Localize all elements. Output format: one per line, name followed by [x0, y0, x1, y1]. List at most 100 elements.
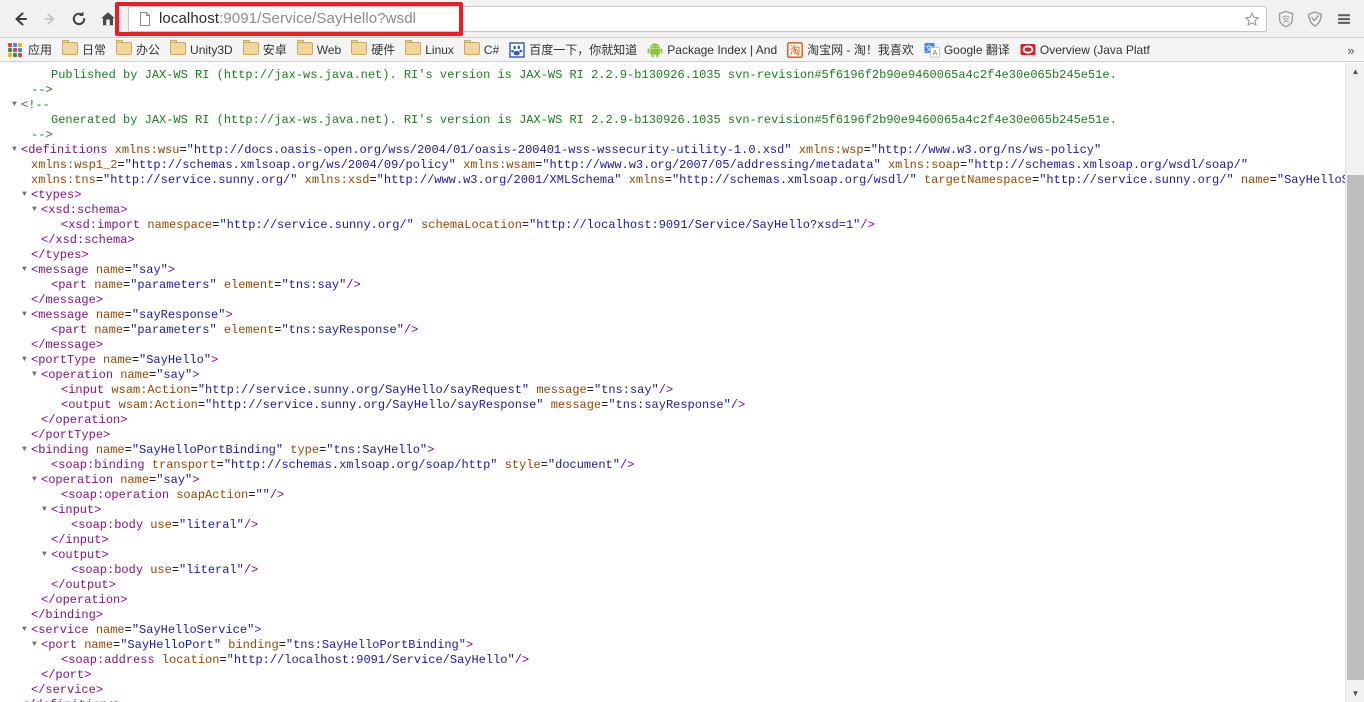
xml-token-eq: =: [369, 173, 377, 187]
back-button[interactable]: [6, 4, 35, 33]
disclosure-triangle-down-icon[interactable]: ▼: [32, 472, 41, 487]
bookmark-folder-bangong[interactable]: 办公: [112, 39, 166, 60]
scrollbar-thumb[interactable]: [1347, 175, 1364, 680]
bookmark-folder-csharp[interactable]: C#: [460, 39, 505, 60]
home-button[interactable]: [93, 4, 122, 33]
xml-token-br: </: [31, 338, 46, 352]
xml-token-br: >: [95, 683, 104, 697]
xml-token-sp: [544, 398, 551, 412]
xml-token-tg: operation: [48, 368, 114, 382]
xml-line: ▼ <message name="say">: [0, 262, 1345, 277]
disclosure-triangle-down-icon[interactable]: ▼: [22, 352, 31, 367]
disclosure-triangle-down-icon[interactable]: ▼: [22, 187, 31, 202]
bookmark-folder-linux[interactable]: Linux: [401, 39, 460, 60]
xml-token-at: name: [120, 473, 150, 487]
bookmark-apps[interactable]: 应用: [4, 40, 58, 60]
page-content: Published by JAX-WS RI (http://jax-ws.ja…: [0, 63, 1364, 702]
extension-shield-icon-button[interactable]: 安: [1271, 4, 1300, 33]
xml-line: ▼ <operation name="say">: [0, 367, 1345, 382]
bookmark-package-index[interactable]: Package Index | And: [643, 40, 783, 60]
xml-token-sp: [145, 458, 152, 472]
xml-token-eq: =: [171, 518, 180, 532]
xml-token-sp: [89, 263, 96, 277]
xml-token-vl: "http://schemas.xmlsoap.org/ws/2004/09/p…: [124, 158, 456, 172]
xml-token-br: >: [120, 413, 128, 427]
google-translate-icon: 文 A: [924, 42, 940, 58]
folder-icon: [351, 39, 368, 58]
bookmark-google-translate[interactable]: 文 A Google 翻译: [920, 40, 1016, 60]
disclosure-triangle-down-icon[interactable]: ▼: [22, 307, 31, 322]
address-bar-container: localhost:9091/Service/SayHello?wsdl: [128, 5, 1267, 32]
bookmark-taobao[interactable]: 淘 淘宝网 - 淘！我喜欢: [783, 40, 920, 60]
shield-icon-button[interactable]: [1300, 4, 1329, 33]
disclosure-triangle-down-icon[interactable]: ▼: [22, 262, 31, 277]
xml-line: ▼ <output>: [0, 547, 1345, 562]
xml-line: <output wsam:Action="http://service.sunn…: [0, 397, 1345, 412]
disclosure-triangle-down-icon[interactable]: ▼: [32, 367, 41, 382]
bookmark-java-overview[interactable]: Overview (Java Platf: [1016, 40, 1156, 60]
xml-token-tg: service: [38, 623, 89, 637]
xml-line: ▼ <portType name="SayHello">: [0, 352, 1345, 367]
xml-line: <soap:binding transport="http://schemas.…: [0, 457, 1345, 472]
xml-token-eq: =: [171, 563, 180, 577]
triangle-up-icon: ▲: [1351, 66, 1360, 76]
xml-token-at: xmlns:wsp: [798, 143, 864, 157]
svg-text:A: A: [932, 50, 937, 57]
xml-token-tg: port: [55, 668, 85, 682]
scrollbar-up-arrow[interactable]: ▲: [1346, 63, 1364, 80]
xml-line: -->: [0, 127, 1345, 142]
reload-button[interactable]: [64, 4, 93, 33]
bookmark-folder-web[interactable]: Web: [293, 39, 347, 60]
bookmark-folder-anzhuo[interactable]: 安卓: [239, 39, 293, 60]
google-translate-logo-icon: 文 A: [924, 42, 940, 57]
scrollbar-down-arrow[interactable]: ▼: [1346, 685, 1364, 702]
xml-token-tg: input: [58, 503, 95, 517]
xml-token-br: >: [120, 593, 128, 607]
xml-token-eq: =: [117, 158, 125, 172]
xml-token-at: xmlns:xsd: [304, 173, 370, 187]
xml-token-at: soapAction: [176, 488, 249, 502]
bookmark-folder-unity3d[interactable]: Unity3D: [166, 39, 239, 60]
extension-shield-icon: 安: [1278, 10, 1293, 27]
disclosure-triangle-down-icon[interactable]: ▼: [22, 622, 31, 637]
star-icon[interactable]: [1244, 11, 1260, 27]
folder-icon: [170, 39, 187, 58]
disclosure-triangle-down-icon[interactable]: ▼: [22, 442, 31, 457]
disclosure-triangle-down-icon[interactable]: ▼: [42, 547, 51, 562]
xml-token-at: xmlns: [628, 173, 665, 187]
address-bar[interactable]: localhost:9091/Service/SayHello?wsdl: [128, 5, 1267, 32]
vertical-scrollbar[interactable]: ▲ ▼: [1345, 63, 1364, 702]
bookmark-label: C#: [483, 42, 500, 57]
xml-token-tg: message: [38, 263, 89, 277]
xml-token-tg: xsd:schema: [55, 233, 128, 247]
xml-token-tg: definitions: [35, 698, 114, 702]
xml-line: <part name="parameters" element="tns:say…: [0, 277, 1345, 292]
xml-token-tg: message: [38, 308, 89, 322]
bookmark-folder-richang[interactable]: 日常: [58, 39, 112, 60]
disclosure-triangle-down-icon[interactable]: ▼: [32, 637, 41, 652]
xml-line: ▼ <operation name="say">: [0, 472, 1345, 487]
xml-line: </portType>: [0, 427, 1345, 442]
xml-token-eq: =: [586, 383, 594, 397]
bookmark-folder-yingjian[interactable]: 硬件: [347, 39, 401, 60]
disclosure-triangle-down-icon[interactable]: ▼: [12, 142, 21, 157]
xml-line: ▼ <service name="SayHelloService">: [0, 622, 1345, 637]
xml-token-eq: =: [95, 173, 104, 187]
xml-token-br: >: [95, 608, 104, 622]
bookmark-baidu[interactable]: 百度一下，你就知道: [505, 40, 643, 60]
xml-token-at: name: [103, 353, 132, 367]
disclosure-triangle-down-icon[interactable]: ▼: [42, 502, 51, 517]
xml-line: <part name="parameters" element="tns:say…: [0, 322, 1345, 337]
xml-token-br: />: [243, 518, 259, 532]
disclosure-triangle-down-icon[interactable]: ▼: [12, 97, 21, 112]
bookmark-label: Overview (Java Platf: [1039, 42, 1150, 57]
browser-menu-button[interactable]: [1329, 4, 1358, 33]
bookmarks-overflow-button[interactable]: »: [1342, 38, 1360, 61]
xml-token-eq: =: [863, 143, 871, 157]
disclosure-triangle-down-icon[interactable]: ▼: [32, 202, 41, 217]
xml-token-br: >: [95, 293, 104, 307]
bookmark-label: Package Index | And: [667, 42, 778, 57]
forward-button[interactable]: [35, 4, 64, 33]
